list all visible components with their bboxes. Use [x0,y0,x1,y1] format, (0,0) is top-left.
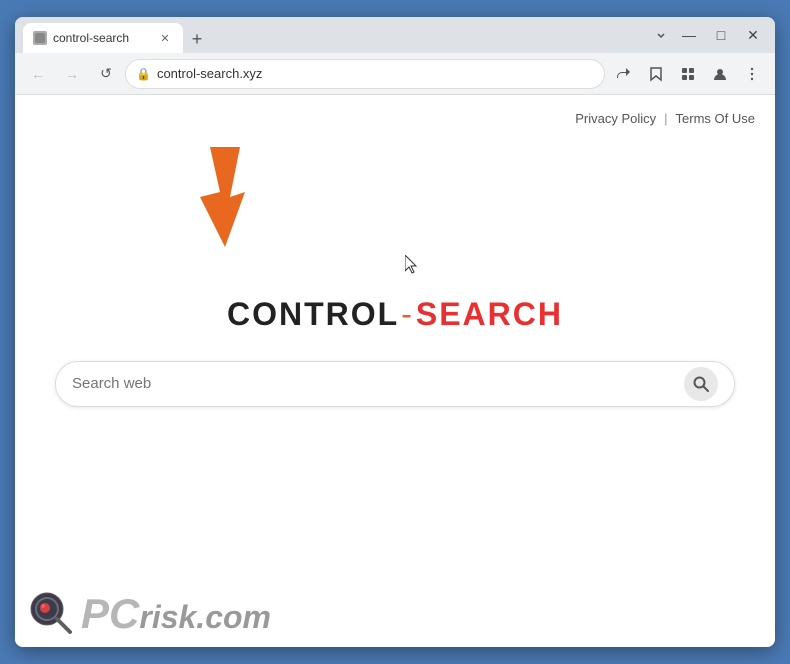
page-content: Privacy Policy | Terms Of Use CONTROL - … [15,95,775,647]
main-content: CONTROL - SEARCH [15,95,775,647]
top-links: Privacy Policy | Terms Of Use [575,111,755,126]
tab-title: control-search [53,31,129,45]
close-button[interactable]: ✕ [739,21,767,49]
logo-control-text: CONTROL [227,296,399,333]
title-bar: control-search ✕ + — □ ✕ [15,17,775,53]
privacy-policy-link[interactable]: Privacy Policy [575,111,656,126]
expand-down-icon [651,25,671,45]
browser-window: control-search ✕ + — □ ✕ ← → [15,17,775,647]
window-controls: — □ ✕ [651,21,767,49]
tab-close-button[interactable]: ✕ [157,30,173,46]
pcrisk-logo: PCrisk.com [27,589,271,639]
maximize-button[interactable]: □ [707,21,735,49]
watermark: PCrisk.com [15,581,283,647]
active-tab[interactable]: control-search ✕ [23,23,183,53]
pcrisk-icon [27,589,77,639]
tab-favicon [33,31,47,45]
profile-button[interactable] [705,59,735,89]
search-button[interactable] [684,367,718,401]
nav-actions [609,59,767,89]
share-button[interactable] [609,59,639,89]
nav-bar: ← → ↺ 🔒 control-search.xyz [15,53,775,95]
reload-button[interactable]: ↺ [91,59,121,89]
search-input[interactable] [72,375,684,392]
tab-area: control-search ✕ + [23,17,645,53]
back-button[interactable]: ← [23,59,53,89]
logo-dash-text: - [401,296,414,333]
search-icon [692,375,710,393]
menu-button[interactable] [737,59,767,89]
annotation-arrow [165,137,295,262]
url-text: control-search.xyz [157,66,594,81]
new-tab-button[interactable]: + [183,25,211,53]
lock-icon: 🔒 [136,67,151,81]
extensions-button[interactable] [673,59,703,89]
forward-button[interactable]: → [57,59,87,89]
pcrisk-text: PCrisk.com [81,590,271,638]
link-divider: | [664,111,667,126]
logo-search-text: SEARCH [416,296,563,333]
site-logo: CONTROL - SEARCH [227,296,563,333]
bookmark-button[interactable] [641,59,671,89]
terms-of-use-link[interactable]: Terms Of Use [676,111,755,126]
search-bar[interactable] [55,361,735,407]
minimize-button[interactable]: — [675,21,703,49]
address-bar[interactable]: 🔒 control-search.xyz [125,59,605,89]
